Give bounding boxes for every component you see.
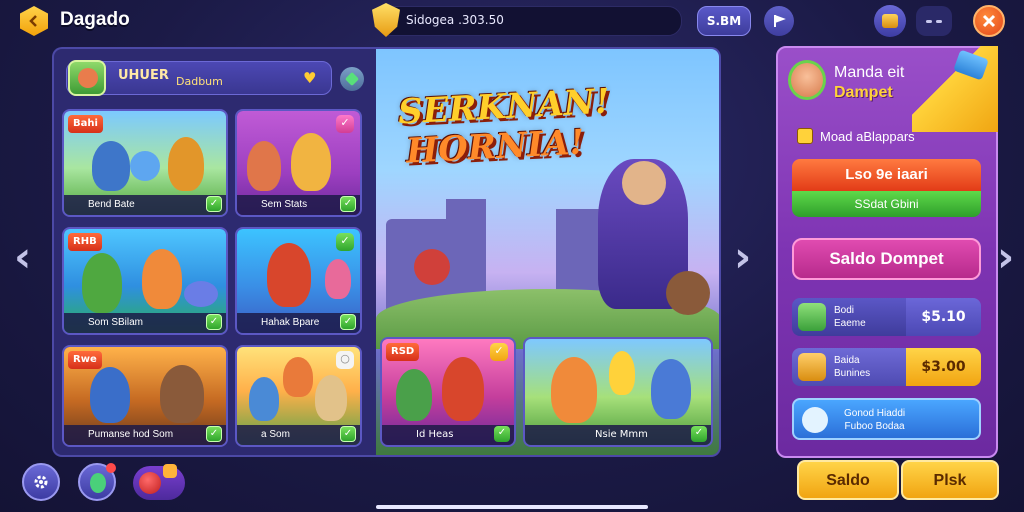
user-subtitle: Dadbum xyxy=(176,75,223,88)
wallet-note: Moad aBlappars xyxy=(820,129,915,144)
game-card[interactable]: ✓ Hahak Bpare ✓ xyxy=(235,227,362,335)
wallet-info-line1: Gonod Hiaddi xyxy=(844,408,906,419)
wallet-row-label: Baida xyxy=(834,355,860,366)
card-label: Bend Bate xyxy=(64,195,226,215)
game-card[interactable]: RSD ✓ Id Heas ✓ xyxy=(380,337,516,447)
gift-icon[interactable] xyxy=(133,464,185,500)
price-button[interactable]: S.BM xyxy=(697,6,751,36)
flag-icon[interactable] xyxy=(764,6,794,36)
wallet-secondary-button[interactable]: SSdat Gbini xyxy=(792,191,981,217)
check-icon: ✓ xyxy=(206,426,222,442)
check-icon: ✓ xyxy=(494,426,510,442)
card-tag: Rwe xyxy=(68,351,102,369)
chest-icon xyxy=(798,353,826,381)
check-icon: ✓ xyxy=(490,343,508,361)
check-icon: ✓ xyxy=(206,196,222,212)
app-title: Dagado xyxy=(60,9,130,30)
game-card[interactable]: Bahi Bend Bate ✓ xyxy=(62,109,228,217)
saldo-dompet-button[interactable]: Saldo Dompet xyxy=(792,238,981,280)
logo-icon[interactable] xyxy=(20,6,48,36)
saldo-button[interactable]: Saldo xyxy=(797,460,899,500)
wallet-row-value: $5.10 xyxy=(906,298,981,336)
banner-subtitle: HORNIA! xyxy=(405,122,586,172)
card-label: Nsie Mmm xyxy=(525,425,711,445)
top-bar: Dagado Sidogea .303.50 S.BM xyxy=(0,0,1024,44)
check-icon: ✓ xyxy=(340,196,356,212)
card-label: Pumanse hod Som xyxy=(64,425,226,445)
wallet-subtitle: Dampet xyxy=(834,84,893,101)
game-card[interactable]: Rwe Pumanse hod Som ✓ xyxy=(62,345,228,447)
chevron-right-icon[interactable]: › xyxy=(997,236,1014,278)
card-label: Som SBilam xyxy=(64,313,226,333)
check-icon: ✓ xyxy=(340,314,356,330)
shield-icon xyxy=(798,303,826,331)
treasure-chest-icon[interactable] xyxy=(874,5,906,37)
wallet-info-line2: Fuboo Bodaa xyxy=(844,421,905,432)
check-icon: ✓ xyxy=(336,233,354,251)
game-card[interactable]: Nsie Mmm ✓ xyxy=(523,337,713,447)
wallet-avatar xyxy=(788,60,826,100)
heart-icon[interactable]: ♥ xyxy=(303,69,316,87)
user-name: UHUER xyxy=(118,68,169,83)
check-icon: ✓ xyxy=(340,426,356,442)
game-card[interactable]: RHB Som SBilam ✓ xyxy=(62,227,228,335)
wallet-row-sublabel: Eaeme xyxy=(834,318,866,329)
chevron-right-icon[interactable]: › xyxy=(734,236,751,278)
close-icon[interactable] xyxy=(973,5,1005,37)
wallet-primary-button[interactable]: Lso 9e iaari xyxy=(792,159,981,191)
card-tag: Bahi xyxy=(68,115,103,133)
wallet-row-label: Bodi xyxy=(834,305,855,316)
settings-gear-icon[interactable] xyxy=(22,463,60,501)
more-options-icon[interactable] xyxy=(916,6,952,36)
wallet-row-sublabel: Bunines xyxy=(834,368,871,379)
check-icon: ✓ xyxy=(206,314,222,330)
wallet-row[interactable]: Bodi Eaeme $5.10 xyxy=(792,298,981,336)
chevron-left-icon[interactable]: ‹ xyxy=(14,236,31,278)
wallet-title: Manda eit xyxy=(834,64,905,81)
coin-balance-value: Sidogea .303.50 xyxy=(406,13,504,27)
game-card[interactable]: ✓ Sem Stats ✓ xyxy=(235,109,362,217)
card-tag: RHB xyxy=(68,233,102,251)
home-indicator xyxy=(376,505,648,509)
check-icon: ✓ xyxy=(691,426,707,442)
wallet-info-button[interactable]: Gonod Hiaddi Fuboo Bodaa xyxy=(792,398,981,440)
wallet-row[interactable]: Baida Bunines $3.00 xyxy=(792,348,981,386)
wallet-row-value: $3.00 xyxy=(906,348,981,386)
note-icon xyxy=(797,128,813,144)
user-avatar[interactable] xyxy=(68,60,106,96)
pick-button[interactable]: Plsk xyxy=(901,460,999,500)
game-card[interactable]: ○ a Som ✓ xyxy=(235,345,362,447)
check-icon: ○ xyxy=(336,351,354,369)
trophy-icon[interactable] xyxy=(78,463,116,501)
gem-icon[interactable] xyxy=(340,67,364,91)
card-tag: RSD xyxy=(386,343,420,361)
character-icon xyxy=(802,407,828,433)
check-icon: ✓ xyxy=(336,115,354,133)
